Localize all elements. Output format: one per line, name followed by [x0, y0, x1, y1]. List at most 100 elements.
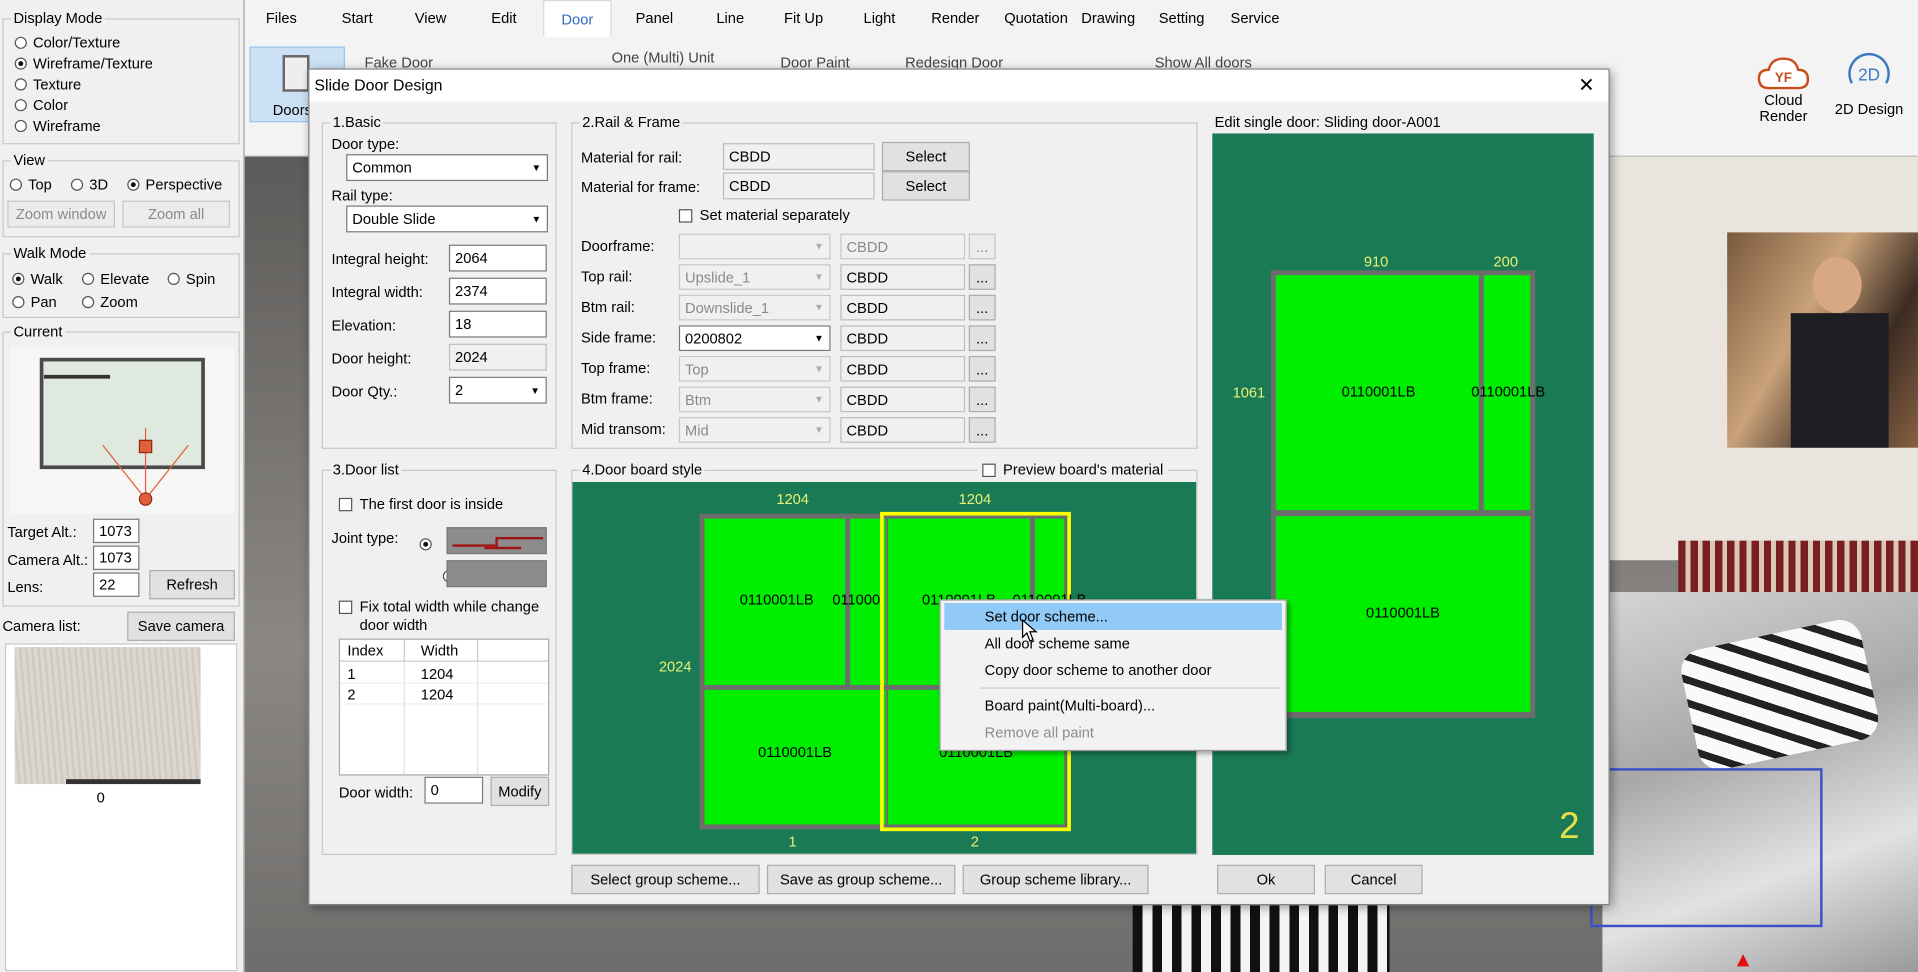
- menu-edit[interactable]: Edit: [479, 0, 528, 37]
- elevation-input[interactable]: 18: [448, 310, 547, 338]
- target-alt-input[interactable]: 1073: [92, 518, 140, 544]
- walk-spin[interactable]: Spin: [167, 268, 215, 289]
- table-row[interactable]: 2 1204: [340, 684, 548, 705]
- camera-list[interactable]: 0: [4, 643, 238, 972]
- door-type-select[interactable]: Common ▼: [346, 154, 548, 182]
- integral-width-input[interactable]: 2374: [448, 277, 547, 305]
- target-marker-icon[interactable]: [138, 439, 153, 454]
- browse-material-button[interactable]: ...: [968, 294, 996, 321]
- chevron-down-icon: ▼: [531, 213, 542, 225]
- chevron-down-icon: ▼: [814, 302, 824, 314]
- menu-line[interactable]: Line: [705, 0, 756, 37]
- select-frame-material-button[interactable]: Select: [881, 171, 970, 201]
- menu-setting[interactable]: Setting: [1155, 0, 1209, 37]
- menu-item-all-door-scheme-same[interactable]: All door scheme same: [944, 630, 1282, 657]
- joint-type-1-radio[interactable]: [419, 538, 432, 551]
- integral-height-input[interactable]: 2064: [448, 244, 547, 272]
- walk-zoom[interactable]: Zoom: [81, 291, 138, 312]
- joint-type-1-swatch[interactable]: [446, 527, 547, 555]
- menu-view[interactable]: View: [404, 0, 458, 37]
- display-color-texture[interactable]: Color/Texture: [14, 32, 153, 53]
- menu-fit-up[interactable]: Fit Up: [776, 0, 832, 37]
- joint-type-2-swatch[interactable]: [446, 560, 547, 588]
- lens-input[interactable]: 22: [92, 572, 140, 597]
- menu-item-copy-door-scheme[interactable]: Copy door scheme to another door: [944, 657, 1282, 684]
- browse-material-button[interactable]: ...: [968, 417, 996, 443]
- modify-button[interactable]: Modify: [490, 776, 550, 807]
- menu-item-set-door-scheme[interactable]: Set door scheme...: [944, 603, 1282, 630]
- material-frame-input: CBDD: [722, 172, 875, 200]
- browse-material-button[interactable]: ...: [968, 264, 996, 290]
- set-material-separately-checkbox[interactable]: Set material separately: [678, 207, 850, 224]
- radio-label: Elevate: [100, 269, 150, 287]
- cancel-button[interactable]: Cancel: [1324, 864, 1423, 895]
- save-group-scheme-button[interactable]: Save as group scheme...: [766, 864, 956, 895]
- menu-start[interactable]: Start: [330, 0, 384, 37]
- save-camera-button[interactable]: Save camera: [127, 611, 235, 641]
- rail-frame-profile-select[interactable]: Mid ▼: [678, 417, 831, 443]
- rail-frame-profile-select[interactable]: ▼: [678, 233, 831, 260]
- menu-door[interactable]: Door: [543, 0, 612, 37]
- camera-alt-label: Camera Alt.:: [7, 551, 89, 569]
- browse-material-button[interactable]: ...: [968, 233, 996, 260]
- menu-service[interactable]: Service: [1231, 0, 1280, 37]
- rail-frame-profile-select[interactable]: Downslide_1 ▼: [678, 294, 831, 321]
- rail-frame-row-label: Doorframe:: [581, 237, 655, 255]
- menu-item-board-paint[interactable]: Board paint(Multi-board)...: [944, 692, 1282, 719]
- fix-total-width-checkbox[interactable]: Fix total width while change door width: [338, 598, 554, 635]
- column-divider: [477, 639, 479, 662]
- cloud-render-button[interactable]: YF Cloud Render: [1749, 54, 1817, 127]
- camera-minimap[interactable]: [9, 347, 235, 514]
- zoom-all-button[interactable]: Zoom all: [122, 200, 230, 228]
- camera-thumbnail[interactable]: [14, 647, 201, 785]
- zoom-window-button[interactable]: Zoom window: [7, 200, 115, 228]
- rail-frame-profile-select[interactable]: Btm ▼: [678, 386, 831, 413]
- menu-render[interactable]: Render: [927, 0, 983, 37]
- display-wireframe[interactable]: Wireframe: [14, 115, 153, 136]
- browse-material-button[interactable]: ...: [968, 386, 996, 413]
- menu-panel[interactable]: Panel: [626, 0, 682, 37]
- camera-alt-input[interactable]: 1073: [92, 545, 140, 571]
- radio-icon: [70, 177, 84, 191]
- 2d-design-icon: 2D: [1848, 52, 1890, 85]
- cloud-logo-text: YF: [1775, 70, 1792, 85]
- camera-marker-icon[interactable]: [138, 492, 153, 506]
- view-top[interactable]: Top: [9, 174, 52, 195]
- browse-material-button[interactable]: ...: [968, 355, 996, 382]
- walk-walk[interactable]: Walk: [12, 268, 63, 289]
- menu-files[interactable]: Files: [254, 0, 308, 37]
- first-door-inside-checkbox[interactable]: The first door is inside: [338, 495, 503, 513]
- one-multi-unit-tool[interactable]: One (Multi) Unit: [612, 49, 715, 66]
- close-icon[interactable]: ✕: [1569, 72, 1603, 99]
- preview-material-checkbox[interactable]: Preview board's material: [977, 461, 1169, 479]
- door-qty-select[interactable]: 2 ▼: [448, 376, 547, 404]
- refresh-button[interactable]: Refresh: [149, 570, 235, 600]
- group-scheme-library-button[interactable]: Group scheme library...: [962, 864, 1149, 895]
- chevron-down-icon: ▼: [814, 332, 824, 344]
- radio-icon: [81, 272, 95, 285]
- view-perspective[interactable]: Perspective: [127, 174, 222, 195]
- rail-frame-profile-select[interactable]: Top ▼: [678, 355, 831, 382]
- display-color[interactable]: Color: [14, 94, 153, 115]
- display-texture[interactable]: Texture: [14, 73, 153, 94]
- table-row[interactable]: 1 1204: [340, 663, 548, 684]
- door-width-input[interactable]: 0: [424, 776, 484, 804]
- rail-frame-profile-select[interactable]: 0200802 ▼: [678, 325, 831, 352]
- rail-type-select[interactable]: Double Slide ▼: [346, 205, 548, 233]
- menu-light[interactable]: Light: [854, 0, 905, 37]
- display-wireframe-texture[interactable]: Wireframe/Texture: [14, 53, 153, 74]
- view-3d[interactable]: 3D: [70, 174, 108, 195]
- select-rail-material-button[interactable]: Select: [881, 141, 970, 172]
- rail-frame-profile-select[interactable]: Upslide_1 ▼: [678, 264, 831, 290]
- walk-pan[interactable]: Pan: [12, 291, 57, 312]
- browse-material-button[interactable]: ...: [968, 325, 996, 352]
- striped-rug: [1132, 905, 1390, 972]
- rail-frame-material-input: CBDD: [840, 386, 966, 413]
- ok-button[interactable]: Ok: [1217, 864, 1315, 895]
- radio-label: Wireframe/Texture: [33, 54, 153, 72]
- 2d-design-button[interactable]: 2D 2D Design: [1823, 49, 1916, 122]
- menu-drawing[interactable]: Drawing: [1079, 0, 1138, 37]
- menu-quotation[interactable]: Quotation: [998, 0, 1074, 37]
- select-group-scheme-button[interactable]: Select group scheme...: [571, 864, 760, 895]
- walk-elevate[interactable]: Elevate: [81, 268, 150, 289]
